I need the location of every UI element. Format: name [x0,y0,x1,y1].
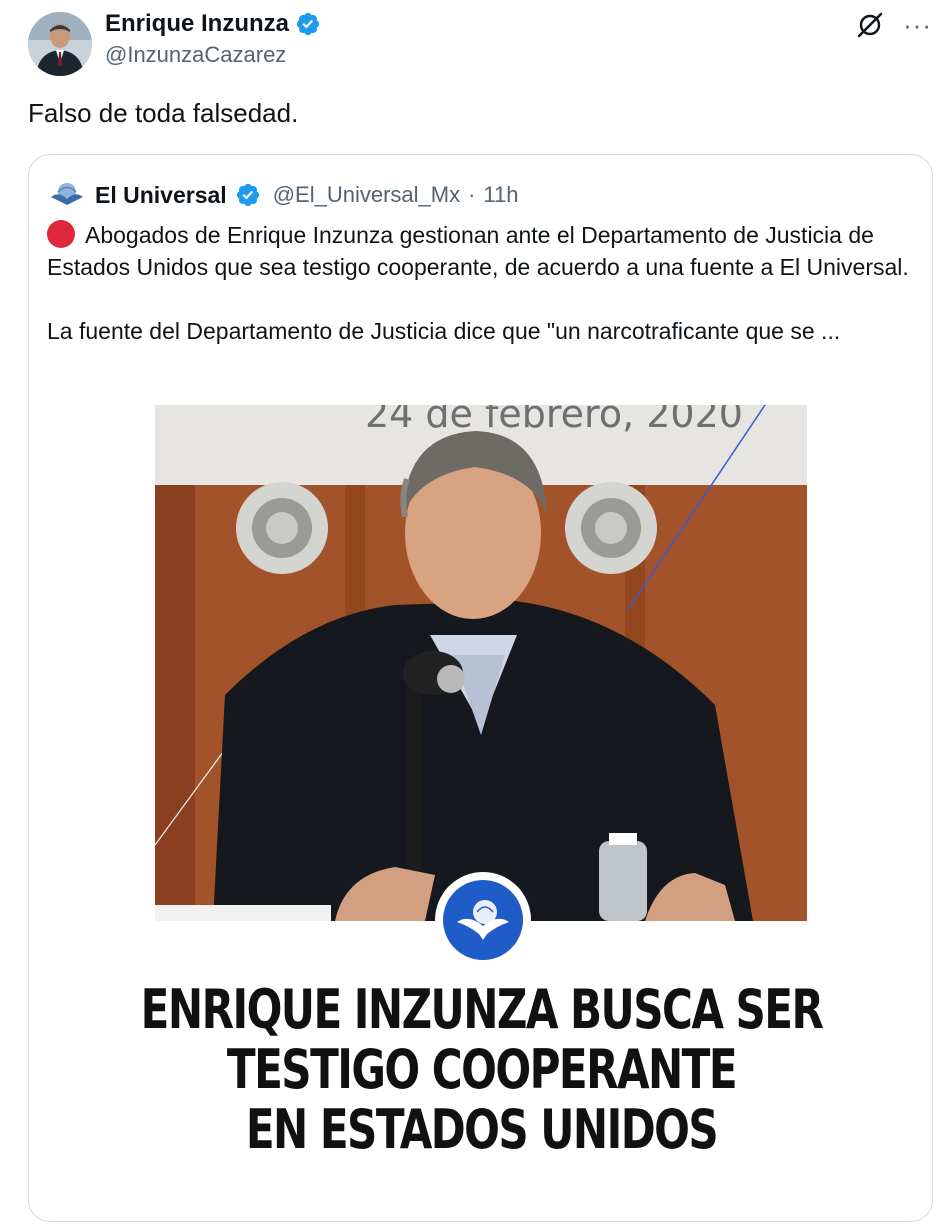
quoted-paragraph-2: La fuente del Departamento de Justicia d… [47,318,841,344]
quoted-paragraph-1: Abogados de Enrique Inzunza gestionan an… [47,219,917,283]
el-universal-eagle-emblem [435,872,531,968]
headline-line-2: TESTIGO COOPERANTE [226,1038,738,1101]
quoted-tweet-card[interactable]: El Universal @El_Universal_Mx · 11h Abog… [28,154,933,1222]
el-universal-logo-icon[interactable] [49,177,85,213]
more-icon[interactable]: ··· [903,10,932,40]
headline-line-1: ENRIQUE INZUNZA BUSCA SER [140,978,824,1041]
profile-photo-icon [28,12,92,76]
author-avatar[interactable] [28,12,92,76]
quoted-media[interactable]: 24 de febrero, 2020 ENRIQUE INZUNZA BUSC… [29,375,932,1221]
author-name[interactable]: Enrique Inzunza [105,10,289,38]
headline-line-3: EN ESTADOS UNIDOS [245,1098,719,1161]
quoted-author-handle[interactable]: @El_Universal_Mx [273,182,460,208]
quoted-tweet-header: El Universal @El_Universal_Mx · 11h [49,177,518,213]
author-handle[interactable]: @InzunzaCazarez [105,42,321,68]
quoted-author-name[interactable]: El Universal [95,182,227,209]
backdrop-date-text: 24 de febrero, 2020 [365,405,743,436]
verified-badge-icon [236,183,259,207]
verified-badge-icon [296,12,320,36]
tweet-author[interactable]: Enrique Inzunza @InzunzaCazarez [105,10,321,68]
tweet-actions: ··· [855,10,932,40]
quoted-tweet-body: Abogados de Enrique Inzunza gestionan an… [47,219,917,347]
news-photo: 24 de febrero, 2020 [155,405,807,921]
media-headline: ENRIQUE INZUNZA BUSCA SER TESTIGO COOPER… [29,978,932,1161]
red-circle-icon [47,220,75,248]
quoted-paragraph-1-text: Abogados de Enrique Inzunza gestionan an… [47,222,909,280]
grok-icon[interactable] [855,10,885,40]
tweet-text: Falso de toda falsedad. [28,98,299,128]
eagle-globe-icon [457,900,509,940]
quoted-timestamp[interactable]: 11h [483,182,518,208]
separator-dot: · [468,182,476,207]
